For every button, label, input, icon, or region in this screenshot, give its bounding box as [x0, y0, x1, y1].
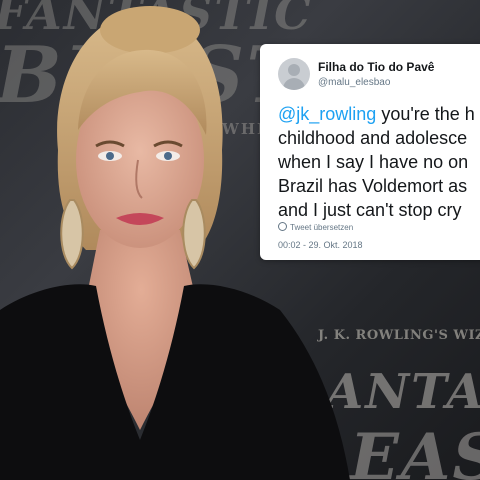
tweet-text: @jk_rowling you're the h childhood and a…	[278, 102, 480, 222]
tweet-line-3: when I say I have no on	[278, 152, 469, 172]
tweet-handle[interactable]: @malu_elesbao	[318, 77, 390, 88]
tweet-display-name[interactable]: Filha do Tio do Pavê	[318, 60, 434, 74]
tweet-timestamp[interactable]: 00:02 - 29. Okt. 2018	[278, 240, 363, 250]
tweet-line-4: Brazil has Voldemort as	[278, 176, 468, 196]
tweet-line-1: @jk_rowling you're the h	[278, 102, 480, 126]
tweet-line-1-rest: you're the h	[376, 104, 475, 124]
translate-tweet-link[interactable]: Tweet übersetzen	[278, 222, 353, 232]
globe-icon	[278, 222, 287, 231]
avatar[interactable]	[278, 58, 310, 90]
avatar-body	[283, 78, 305, 90]
mention-link[interactable]: @jk_rowling	[278, 104, 376, 124]
screenshot-stage: FANTASTIC BEASTS WHE ND TH J. K. ROWLING…	[0, 0, 480, 480]
avatar-head	[288, 64, 300, 76]
tweet-line-5: and I just can't stop cry	[278, 200, 462, 220]
tweet-line-2: childhood and adolesce	[278, 128, 468, 148]
translate-label: Tweet übersetzen	[290, 223, 354, 232]
tweet-card[interactable]: Filha do Tio do Pavê @malu_elesbao @jk_r…	[260, 44, 480, 260]
